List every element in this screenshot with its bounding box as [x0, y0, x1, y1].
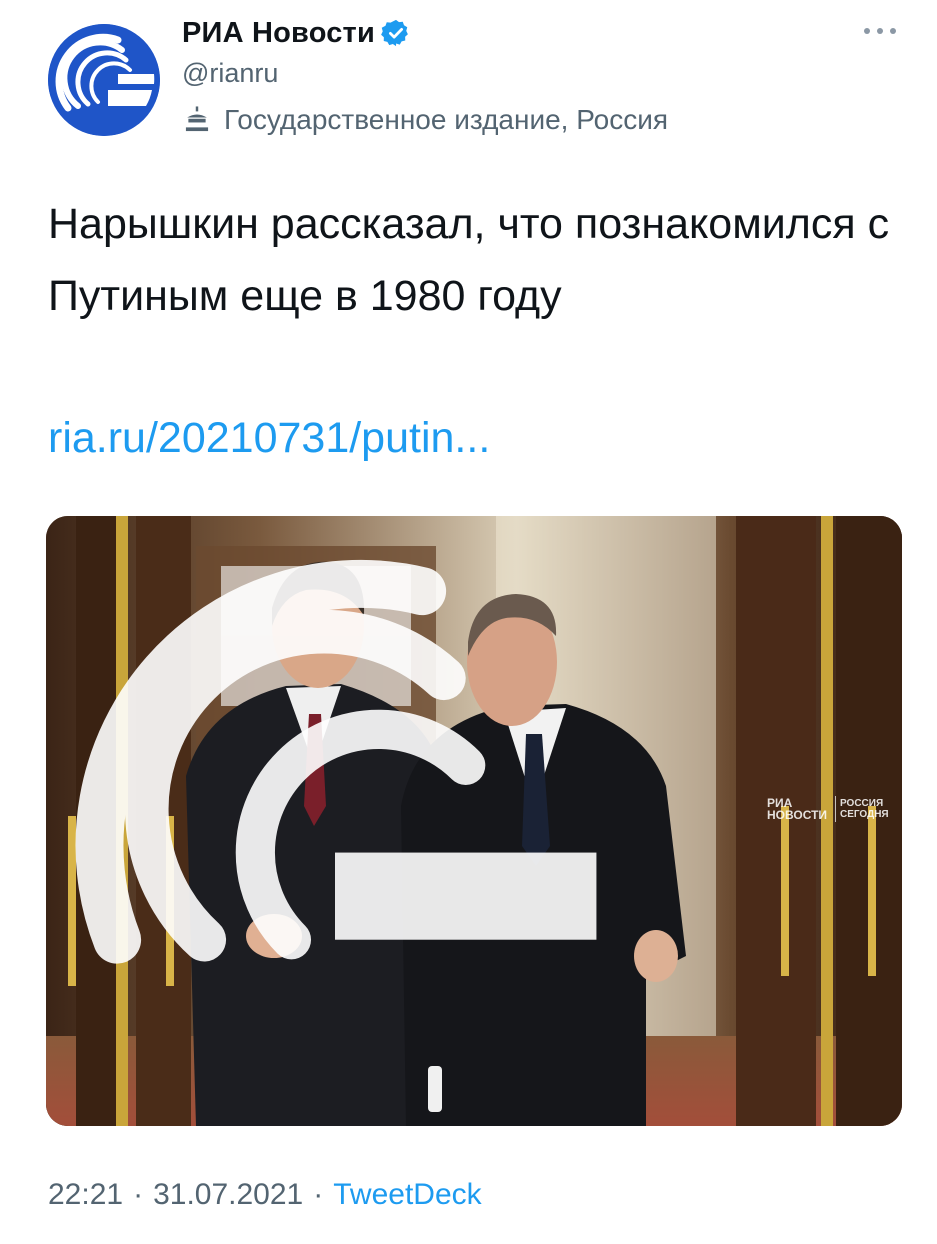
photo-watermark: РИА НОВОСТИ РОССИЯ СЕГОДНЯ	[46, 516, 890, 1114]
meta-separator: ·	[313, 1178, 324, 1211]
tweet-date[interactable]: 31.07.2021	[153, 1178, 303, 1212]
tweet-source-link[interactable]: TweetDeck	[333, 1178, 481, 1212]
tweet-link[interactable]: ria.ru/20210731/putin...	[48, 402, 490, 474]
watermark-ria-text: РИА НОВОСТИ	[767, 796, 828, 822]
watermark-rossiya-text: РОССИЯ СЕГОДНЯ	[840, 798, 889, 820]
verified-icon	[381, 19, 408, 47]
meta-separator: ·	[133, 1178, 144, 1211]
more-options-icon[interactable]	[862, 24, 898, 38]
author-name-row[interactable]: РИА Новости	[182, 14, 411, 52]
account-label-text: Государственное издание, Россия	[224, 104, 669, 135]
author-handle[interactable]: @rianru	[182, 58, 278, 89]
ria-logo-icon	[75, 559, 597, 964]
tweet-text: Нарышкин рассказал, что познакомился с П…	[48, 200, 890, 320]
ria-logo-icon	[48, 24, 160, 136]
avatar[interactable]	[48, 24, 160, 136]
account-label: Государственное издание, Россия	[182, 104, 668, 136]
tweet-meta: 22:21 · 31.07.2021 · TweetDeck	[48, 1178, 482, 1212]
government-building-icon	[185, 106, 209, 132]
tweet-card: РИА Новости @rianru Государственное изда…	[0, 0, 937, 1244]
tweet-time[interactable]: 22:21	[48, 1178, 123, 1212]
display-name[interactable]: РИА Новости	[182, 17, 375, 50]
tweet-photo[interactable]: РИА НОВОСТИ РОССИЯ СЕГОДНЯ	[46, 516, 902, 1126]
